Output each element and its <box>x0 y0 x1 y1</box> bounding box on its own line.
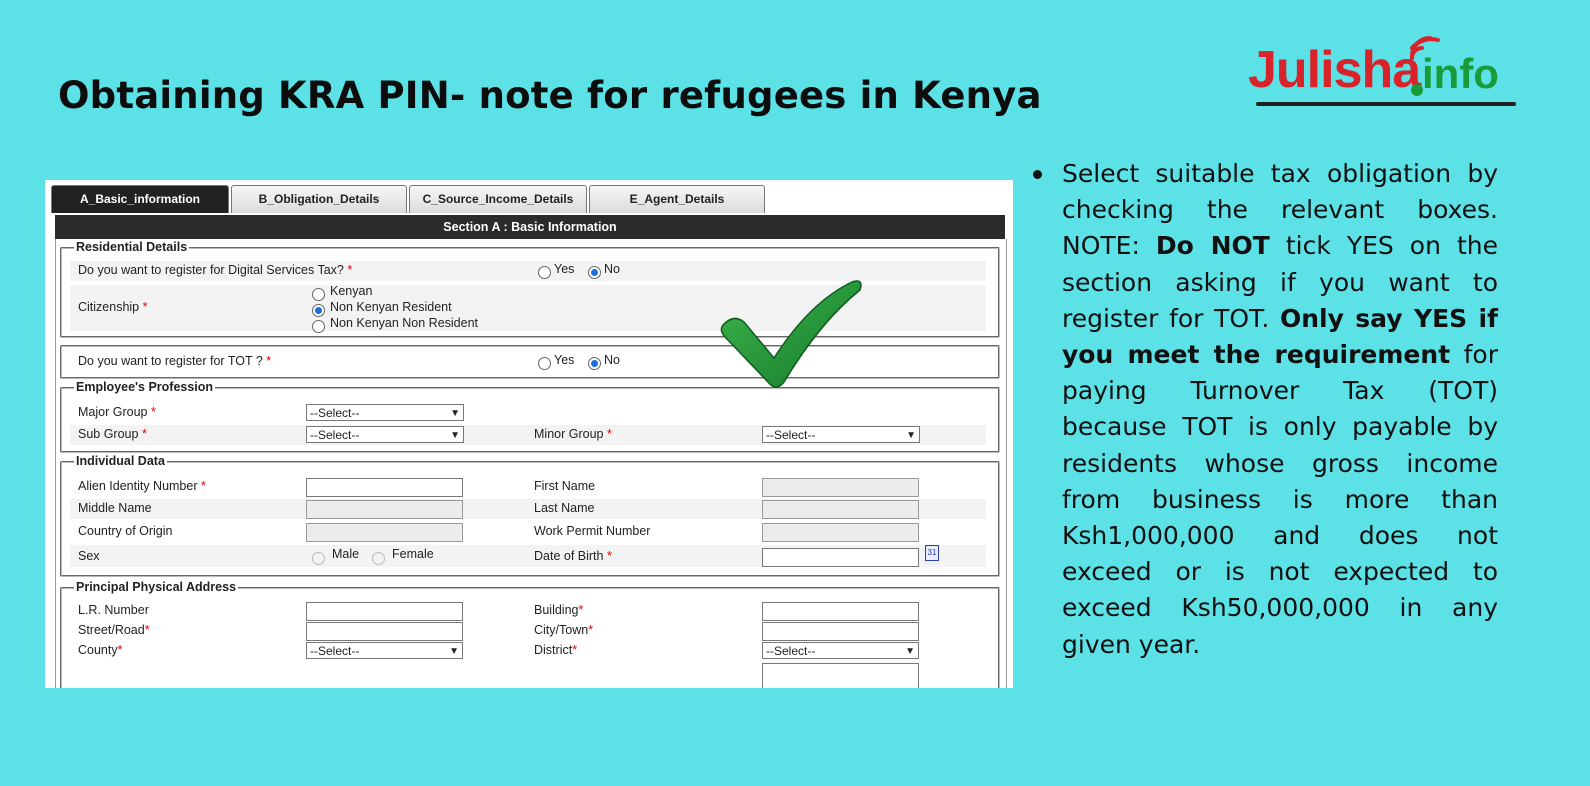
sex-female-label: Female <box>392 547 434 561</box>
work-permit-input[interactable] <box>762 523 919 542</box>
residential-details-legend: Residential Details <box>74 240 190 254</box>
tab-basic-information[interactable]: A_Basic_information <box>51 185 229 213</box>
sex-label: Sex <box>78 549 100 563</box>
country-origin-input[interactable] <box>306 523 463 542</box>
page-title: Obtaining KRA PIN- note for refugees in … <box>58 74 1042 117</box>
street-input[interactable] <box>306 622 463 641</box>
tot-no-label: No <box>604 353 620 367</box>
last-name-label: Last Name <box>534 501 595 515</box>
middle-name-input[interactable] <box>306 500 463 519</box>
major-group-select[interactable]: --Select-- ▼ <box>306 404 464 421</box>
tab-agent-details[interactable]: E_Agent_Details <box>589 185 765 213</box>
refugee-tot-note: Select suitable tax obligation by checki… <box>1062 159 1499 659</box>
dob-label: Date of Birth * <box>534 549 612 563</box>
work-permit-label: Work Permit Number <box>534 524 651 538</box>
citizenship-label: Citizenship * <box>78 300 148 314</box>
tab-obligation-details[interactable]: B_Obligation_Details <box>231 185 407 213</box>
alien-id-label: Alien Identity Number * <box>78 479 206 493</box>
individual-data-legend: Individual Data <box>74 454 167 468</box>
tot-yes-label: Yes <box>554 353 575 367</box>
sex-female-radio[interactable] <box>372 552 385 565</box>
major-group-label: Major Group * <box>78 405 156 419</box>
sub-group-select[interactable]: --Select-- ▼ <box>306 426 464 443</box>
address-fieldset: Principal Physical Address L.R. Number B… <box>60 580 1000 688</box>
dst-yes-label: Yes <box>554 262 575 276</box>
citizenship-kenyan-label: Kenyan <box>330 284 373 298</box>
sex-male-radio[interactable] <box>312 552 325 565</box>
district-select[interactable]: --Select-- ▼ <box>762 642 919 659</box>
tot-question-label: Do you want to register for TOT ? * <box>78 354 272 368</box>
middle-name-label: Middle Name <box>78 501 152 515</box>
address-legend: Principal Physical Address <box>74 580 239 594</box>
building-input[interactable] <box>762 602 919 621</box>
first-name-label: First Name <box>534 479 596 493</box>
dob-input[interactable] <box>762 548 919 567</box>
citizenship-non-kenyan-non-resident-label: Non Kenyan Non Resident <box>330 316 479 330</box>
lr-number-input[interactable] <box>306 602 463 621</box>
address-textarea[interactable] <box>762 663 919 688</box>
street-label: Street/Road* <box>78 623 150 637</box>
julisha-logo: Julisha info <box>1248 32 1538 118</box>
citizenship-non-kenyan-non-resident-radio[interactable] <box>312 320 325 333</box>
bullet-dot <box>1033 170 1042 179</box>
chevron-down-icon: ▼ <box>449 646 459 657</box>
county-label: County* <box>78 643 123 657</box>
country-origin-label: Country of Origin <box>78 524 173 538</box>
tab-source-income-details[interactable]: C_Source_Income_Details <box>409 185 587 213</box>
citizenship-kenyan-radio[interactable] <box>312 288 325 301</box>
tot-yes-radio[interactable] <box>538 357 551 370</box>
city-label: City/Town* <box>534 623 594 637</box>
dst-question-label: Do you want to register for Digital Serv… <box>78 263 353 277</box>
minor-group-select[interactable]: --Select-- ▼ <box>762 426 920 443</box>
alien-id-input[interactable] <box>306 478 463 497</box>
calendar-icon[interactable]: 31 <box>925 545 939 561</box>
citizenship-non-kenyan-resident-label: Non Kenyan Resident <box>330 300 452 314</box>
lr-number-label: L.R. Number <box>78 603 149 617</box>
signal-waves-icon <box>1410 36 1440 60</box>
chevron-down-icon: ▼ <box>906 430 916 441</box>
chevron-down-icon: ▼ <box>450 430 460 441</box>
district-label: District* <box>534 643 578 657</box>
checkmark-icon <box>720 280 862 388</box>
profession-legend: Employee's Profession <box>74 380 216 394</box>
kra-form-screenshot: A_Basic_information B_Obligation_Details… <box>45 180 1013 688</box>
logo-underline <box>1256 102 1516 106</box>
county-select[interactable]: --Select-- ▼ <box>306 642 463 659</box>
sex-male-label: Male <box>332 547 360 561</box>
dst-no-radio[interactable] <box>588 266 601 279</box>
sub-group-label: Sub Group * <box>78 427 147 441</box>
chevron-down-icon: ▼ <box>450 408 460 419</box>
minor-group-label: Minor Group * <box>534 427 612 441</box>
first-name-input[interactable] <box>762 478 919 497</box>
profession-fieldset: Employee's Profession Major Group * --Se… <box>60 380 1000 453</box>
citizenship-non-kenyan-resident-radio[interactable] <box>312 304 325 317</box>
chevron-down-icon: ▼ <box>905 646 915 657</box>
dst-no-label: No <box>604 262 620 276</box>
building-label: Building* <box>534 603 584 617</box>
city-input[interactable] <box>762 622 919 641</box>
dst-yes-radio[interactable] <box>538 266 551 279</box>
last-name-input[interactable] <box>762 500 919 519</box>
tot-no-radio[interactable] <box>588 357 601 370</box>
logo-name: Julisha <box>1248 41 1421 99</box>
section-header: Section A : Basic Information <box>55 215 1005 239</box>
individual-data-fieldset: Individual Data Alien Identity Number * … <box>60 454 1000 577</box>
